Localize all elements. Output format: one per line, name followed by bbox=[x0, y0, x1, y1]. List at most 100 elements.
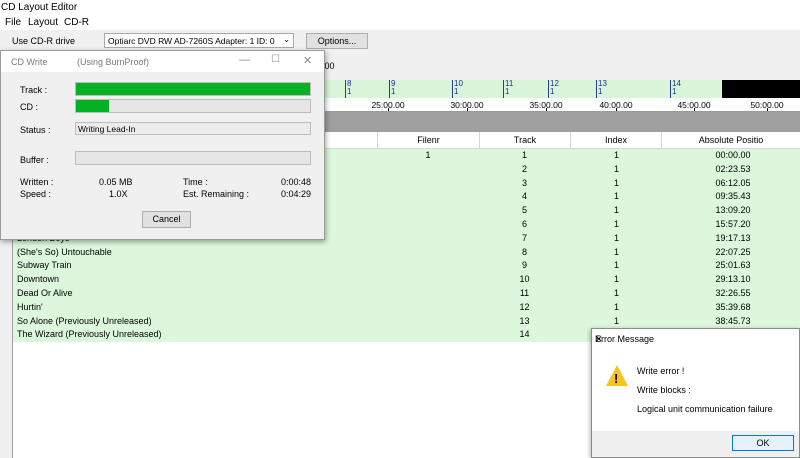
menu-cdr[interactable]: CD-R bbox=[64, 17, 89, 28]
cd-write-dialog: CD Write (Using BurnProof) — ☐ ✕ Track :… bbox=[0, 50, 325, 240]
absolute-position: 09:35.43 bbox=[715, 191, 751, 202]
index-number: 1 bbox=[613, 163, 619, 174]
warning-icon-mark: ! bbox=[614, 371, 619, 386]
maximize-icon[interactable]: ☐ bbox=[271, 54, 280, 65]
ok-button[interactable]: OK bbox=[732, 435, 794, 451]
absolute-position: 35:39.68 bbox=[715, 301, 751, 312]
index-number: 1 bbox=[613, 301, 619, 312]
remaining-value: 0:04:29 bbox=[281, 189, 312, 199]
options-button[interactable]: Options... bbox=[306, 33, 368, 49]
track-number: 10 bbox=[519, 274, 530, 285]
column-header-index[interactable]: Index bbox=[571, 132, 662, 149]
minimize-icon[interactable]: — bbox=[239, 54, 250, 66]
track-number: 6 bbox=[521, 218, 527, 229]
index-number: 1 bbox=[613, 246, 619, 257]
cd-label: CD : bbox=[20, 102, 38, 112]
index-number: 1 bbox=[613, 150, 619, 160]
table-row[interactable]: (She's So) Untouchable 8 1 22:07.25 bbox=[13, 245, 800, 260]
track-number: 8 bbox=[521, 246, 527, 257]
absolute-position: 19:17.13 bbox=[715, 232, 751, 243]
track-title: Downtown bbox=[17, 274, 60, 285]
timeline-mark: 13 1 bbox=[596, 79, 607, 98]
track-title: Dead Or Alive bbox=[17, 287, 73, 298]
index-number: 1 bbox=[613, 205, 619, 216]
error-line-3: Logical unit communication failure bbox=[637, 404, 773, 414]
written-label: Written : bbox=[20, 177, 54, 187]
close-icon[interactable]: ✕ bbox=[595, 334, 603, 345]
absolute-position: 29:13.10 bbox=[715, 274, 751, 285]
ruler-tick-label: 30:00.00 bbox=[450, 100, 484, 110]
menu-layout[interactable]: Layout bbox=[28, 17, 58, 28]
table-row[interactable]: So Alone (Previously Unreleased) 13 1 38:45… bbox=[13, 314, 800, 329]
absolute-position: 02:23.53 bbox=[715, 163, 751, 174]
track-number: 4 bbox=[521, 191, 527, 202]
table-row[interactable]: Hurtin' 12 1 35:39.68 bbox=[13, 300, 800, 315]
written-value: 0.05 MB bbox=[99, 177, 133, 187]
chevron-down-icon: ⌄ bbox=[283, 35, 290, 44]
track-title: Hurtin' bbox=[17, 301, 43, 312]
cd-write-subtitle: (Using BurnProof) bbox=[77, 57, 150, 67]
index-number: 1 bbox=[613, 232, 619, 243]
column-header-absolute-position[interactable]: Absolute Positio bbox=[662, 132, 800, 149]
track-progress-fill bbox=[76, 83, 310, 95]
absolute-position: 06:12.05 bbox=[715, 177, 751, 188]
cancel-button[interactable]: Cancel bbox=[142, 211, 191, 228]
ruler-tick-label: 45:00.00 bbox=[677, 100, 711, 110]
drive-select-value: Optiarc DVD RW AD-7260S Adapter: 1 ID: 0 bbox=[108, 36, 275, 46]
timeline-mark: 81 bbox=[345, 79, 352, 98]
column-header-track[interactable]: Track bbox=[480, 132, 571, 149]
remaining-label: Est. Remaining : bbox=[183, 189, 250, 199]
menu-file[interactable]: File bbox=[5, 17, 21, 28]
error-dialog: Error Message ✕ ! Write error ! Write bl… bbox=[591, 328, 800, 458]
time-label: Time : bbox=[183, 177, 208, 187]
error-titlebar: Error Message ✕ bbox=[592, 329, 799, 349]
index-number: 1 bbox=[613, 315, 619, 326]
track-progress-bar bbox=[75, 82, 311, 96]
speed-value: 1.0X bbox=[109, 189, 128, 199]
ruler-tick-label: 40:00.00 bbox=[599, 100, 633, 110]
timeline-mark: 10 1 bbox=[452, 79, 463, 98]
drive-select[interactable]: Optiarc DVD RW AD-7260S Adapter: 1 ID: 0… bbox=[104, 33, 294, 48]
index-number: 1 bbox=[613, 260, 619, 271]
index-number: 1 bbox=[613, 191, 619, 202]
track-number: 9 bbox=[521, 260, 527, 271]
track-number: 1 bbox=[521, 150, 527, 160]
status-label: Status : bbox=[20, 125, 51, 135]
ruler-tick-label: 50:00.00 bbox=[750, 100, 784, 110]
index-number: 1 bbox=[613, 274, 619, 285]
table-row[interactable]: Dead Or Alive 11 1 32:26.55 bbox=[13, 286, 800, 301]
index-number: 1 bbox=[613, 218, 619, 229]
error-body: ! Write error ! Write blocks : Logical u… bbox=[592, 349, 799, 431]
error-line-2: Write blocks : bbox=[637, 385, 691, 395]
column-header-filenr[interactable]: Filenr bbox=[378, 132, 480, 149]
track-title: So Alone (Previously Unreleased) bbox=[17, 315, 152, 326]
timeline-mark: 12 1 bbox=[548, 79, 559, 98]
track-number: 14 bbox=[519, 329, 530, 340]
window-title: CD Layout Editor bbox=[1, 2, 78, 13]
window-titlebar: CD Layout Editor bbox=[0, 0, 800, 16]
timeline-track-marks[interactable]: 81 91 10 1 11 1 12 1 13 1 14 1 bbox=[324, 80, 722, 98]
menu-bar: File Layout CD-R bbox=[0, 16, 800, 30]
absolute-position: 25:01.63 bbox=[715, 260, 751, 271]
time-value: 0:00:48 bbox=[281, 177, 312, 187]
index-number: 1 bbox=[613, 177, 619, 188]
error-title: Error Message bbox=[595, 334, 655, 344]
absolute-position: 15:57.20 bbox=[715, 218, 751, 229]
speed-label: Speed : bbox=[20, 189, 52, 199]
timeline-mark: 14 1 bbox=[670, 79, 681, 98]
absolute-position: 13:09.20 bbox=[715, 205, 751, 216]
index-number: 1 bbox=[613, 287, 619, 298]
track-title: Subway Train bbox=[17, 260, 72, 271]
cd-progress-fill bbox=[76, 100, 109, 112]
status-value: Writing Lead-In bbox=[75, 122, 311, 135]
drive-label: Use CD-R drive bbox=[12, 36, 76, 46]
file-number: 1 bbox=[425, 150, 431, 160]
buffer-progress-bar bbox=[75, 151, 311, 165]
table-row[interactable]: Subway Train 9 1 25:01.63 bbox=[13, 259, 800, 274]
cd-write-titlebar: CD Write (Using BurnProof) — ☐ ✕ bbox=[1, 51, 324, 72]
close-icon[interactable]: ✕ bbox=[303, 54, 312, 67]
track-title: (She's So) Untouchable bbox=[17, 246, 112, 257]
error-line-1: Write error ! bbox=[637, 366, 685, 376]
table-row[interactable]: Downtown 10 1 29:13.10 bbox=[13, 273, 800, 287]
absolute-position: 00:00.00 bbox=[715, 150, 751, 160]
